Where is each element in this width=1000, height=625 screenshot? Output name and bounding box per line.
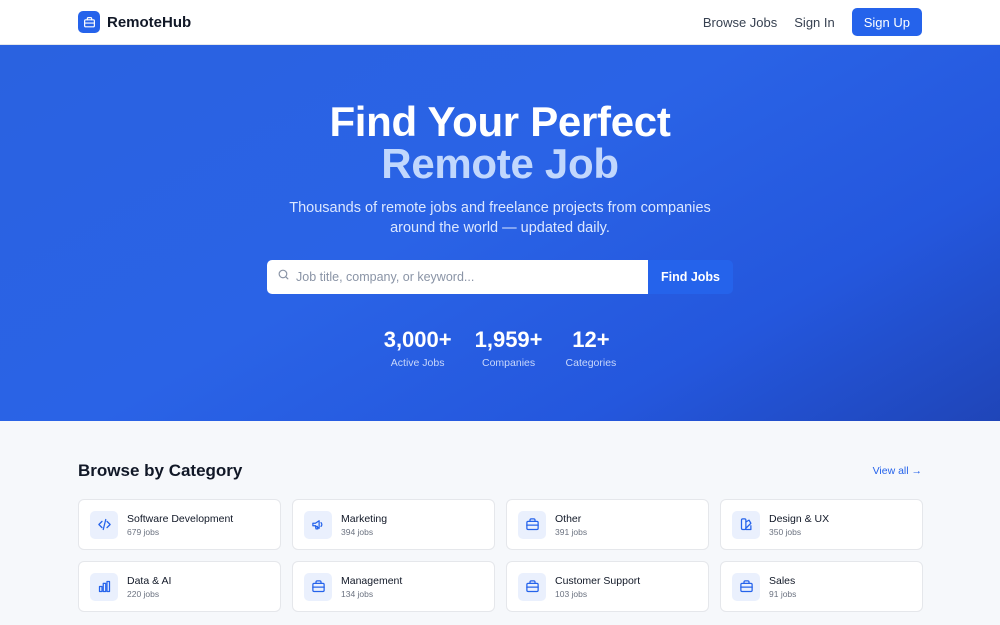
bar-chart-icon [90, 572, 118, 601]
view-all-link[interactable]: View all → [873, 465, 922, 477]
find-jobs-button[interactable]: Find Jobs [648, 260, 733, 294]
hero-title: Find Your Perfect Remote Job [329, 101, 670, 185]
category-count: 679 jobs [127, 526, 160, 537]
category-card-software-development[interactable]: Software Development 679 jobs [78, 499, 281, 550]
category-count: 350 jobs [769, 526, 802, 537]
stat-companies: 1,959+ Companies [474, 327, 543, 370]
search-icon [277, 268, 290, 286]
category-count: 91 jobs [769, 588, 797, 599]
briefcase-icon [732, 572, 760, 601]
stat-label: Categories [565, 357, 617, 369]
briefcase-icon [518, 510, 546, 539]
job-search-form: Find Jobs [267, 260, 733, 294]
category-name: Other [555, 512, 582, 525]
hero-subtitle: Thousands of remote jobs and freelance p… [289, 200, 711, 236]
category-name: Design & UX [769, 512, 830, 525]
category-count: 394 jobs [341, 526, 374, 537]
category-grid: Software Development 679 jobs Marketing … [78, 499, 923, 612]
stat-active-jobs: 3,000+ Active Jobs [383, 327, 452, 370]
brand[interactable]: RemoteHub [78, 11, 191, 33]
category-count: 134 jobs [341, 588, 374, 599]
sign-up-button[interactable]: Sign Up [851, 8, 922, 36]
categories-header: Browse by Category View all → [78, 421, 922, 499]
code-icon [90, 510, 118, 539]
brand-name: RemoteHub [107, 13, 192, 31]
category-name: Data & AI [127, 574, 172, 587]
sign-in-link[interactable]: Sign In [794, 15, 834, 30]
hero-title-line1: Find Your Perfect [329, 98, 671, 145]
category-card-data-ai[interactable]: Data & AI 220 jobs [78, 561, 281, 612]
category-count: 391 jobs [555, 526, 588, 537]
search-box [267, 260, 648, 294]
main-nav: Browse Jobs Sign In Sign Up [703, 8, 922, 36]
briefcase-icon [78, 11, 100, 33]
category-card-other[interactable]: Other 391 jobs [506, 499, 709, 550]
megaphone-icon [304, 510, 332, 539]
category-count: 220 jobs [127, 588, 160, 599]
top-navbar: RemoteHub Browse Jobs Sign In Sign Up [0, 0, 1000, 45]
stat-label: Active Jobs [390, 357, 445, 369]
briefcase-icon [518, 572, 546, 601]
category-card-marketing[interactable]: Marketing 394 jobs [292, 499, 495, 550]
hero-title-line2: Remote Job [381, 140, 619, 187]
search-input[interactable] [296, 270, 636, 284]
stat-value: 3,000+ [383, 327, 452, 352]
category-count: 103 jobs [555, 588, 588, 599]
stat-label: Companies [482, 357, 536, 369]
categories-title: Browse by Category [78, 461, 243, 480]
categories-section: Browse by Category View all → Software D… [0, 421, 1000, 612]
stat-value: 1,959+ [474, 327, 543, 352]
category-name: Customer Support [555, 574, 641, 587]
category-name: Sales [769, 574, 796, 587]
category-card-sales[interactable]: Sales 91 jobs [720, 561, 923, 612]
category-name: Software Development [127, 512, 234, 525]
stat-value: 12+ [572, 327, 610, 352]
category-name: Marketing [341, 512, 388, 525]
category-card-management[interactable]: Management 134 jobs [292, 561, 495, 612]
briefcase-icon [304, 572, 332, 601]
stats-row: 3,000+ Active Jobs 1,959+ Companies 12+ … [383, 327, 617, 370]
stat-categories: 12+ Categories [565, 327, 617, 370]
hero-section: Find Your Perfect Remote Job Thousands o… [0, 45, 1000, 421]
palette-icon [732, 510, 760, 539]
category-name: Management [341, 574, 403, 587]
category-card-design-ux[interactable]: Design & UX 350 jobs [720, 499, 923, 550]
category-card-customer-support[interactable]: Customer Support 103 jobs [506, 561, 709, 612]
browse-jobs-link[interactable]: Browse Jobs [703, 15, 777, 30]
